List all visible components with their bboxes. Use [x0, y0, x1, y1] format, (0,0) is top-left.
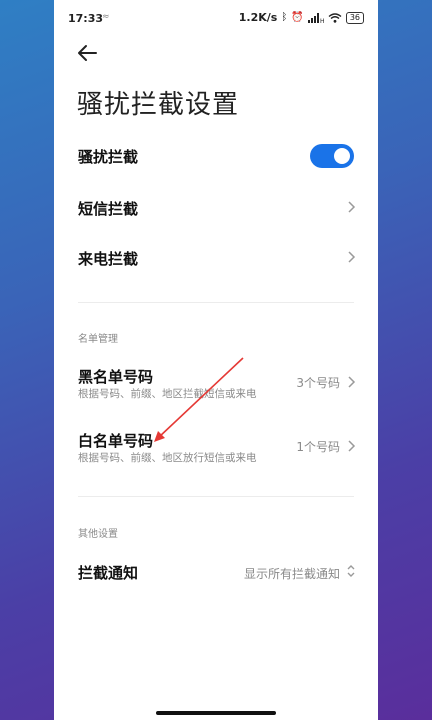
svg-text:HD: HD — [320, 18, 324, 23]
home-indicator[interactable] — [156, 711, 276, 715]
block-notification-value: 显示所有拦截通知 — [243, 567, 340, 581]
blacklist-count: 3个号码 — [296, 376, 340, 390]
toggle-knob — [334, 148, 350, 164]
sms-block-row[interactable]: 短信拦截 — [54, 196, 378, 220]
whitelist-row[interactable]: 白名单号码 根据号码、前缀、地区放行短信或来电 1个号码 — [54, 428, 378, 468]
chevron-right-icon — [348, 201, 356, 213]
call-block-label: 来电拦截 — [78, 250, 139, 268]
section-divider — [78, 496, 354, 497]
updown-chevron-icon — [347, 565, 355, 577]
whitelist-count: 1个号码 — [296, 440, 340, 454]
status-right-group: 1.2K/s ᛒ ⏰ HD 36 — [239, 11, 364, 24]
status-bar: 17:33 ≈ 1.2K/s ᛒ ⏰ HD 36 — [54, 0, 378, 38]
section-divider — [78, 302, 354, 303]
whitelist-label: 白名单号码 — [78, 432, 154, 450]
back-arrow-icon[interactable] — [76, 42, 100, 64]
alarm-icon: ⏰ — [291, 12, 304, 23]
chevron-right-icon — [348, 251, 356, 263]
sms-block-label: 短信拦截 — [78, 200, 139, 218]
harassment-block-toggle[interactable] — [310, 144, 354, 168]
list-management-header: 名单管理 — [78, 334, 118, 345]
block-notification-label: 拦截通知 — [78, 564, 139, 582]
signal-icon: HD — [307, 12, 324, 23]
block-notification-row[interactable]: 拦截通知 显示所有拦截通知 — [54, 560, 378, 584]
page-title: 骚扰拦截设置 — [77, 90, 240, 120]
harassment-block-row[interactable]: 骚扰拦截 — [54, 144, 378, 168]
blacklist-label: 黑名单号码 — [78, 368, 154, 386]
battery-icon: 36 — [345, 11, 364, 24]
bluetooth-icon: ᛒ — [281, 12, 288, 23]
harassment-block-label: 骚扰拦截 — [78, 148, 139, 166]
blacklist-description: 根据号码、前缀、地区拦截短信或来电 — [78, 388, 257, 400]
other-settings-header: 其他设置 — [78, 529, 118, 540]
status-time: 17:33 — [68, 12, 104, 25]
wifi-icon — [328, 12, 342, 23]
chevron-right-icon — [348, 376, 356, 388]
chevron-right-icon — [348, 440, 356, 452]
settings-panel: 17:33 ≈ 1.2K/s ᛒ ⏰ HD 36 骚扰拦截设置 骚扰 — [54, 0, 378, 720]
whitelist-description: 根据号码、前缀、地区放行短信或来电 — [78, 452, 257, 464]
blacklist-row[interactable]: 黑名单号码 根据号码、前缀、地区拦截短信或来电 3个号码 — [54, 364, 378, 404]
call-block-row[interactable]: 来电拦截 — [54, 246, 378, 270]
notification-icon: ≈ — [102, 12, 110, 22]
network-speed: 1.2K/s — [238, 11, 278, 24]
